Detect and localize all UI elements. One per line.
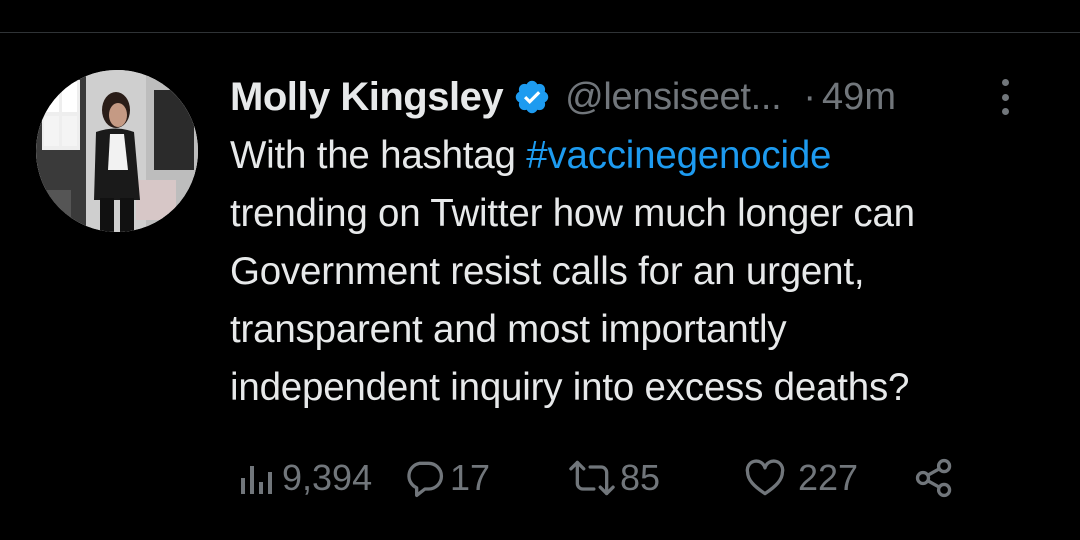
- avatar[interactable]: [36, 70, 198, 232]
- tweet-text-line: independent inquiry into excess deaths?: [230, 366, 910, 409]
- views-button[interactable]: 9,394: [238, 448, 372, 508]
- share-icon: [912, 456, 956, 500]
- tweet-text-line: trending on Twitter how much longer can: [230, 192, 915, 235]
- reply-bubble-icon: [402, 456, 446, 500]
- tweet-header: Molly Kingsley @lensiseet... · 49m: [230, 69, 1050, 125]
- tweet-text-line: With the hashtag #vaccinegenocide: [230, 127, 1050, 185]
- separator-dot: ·: [803, 75, 817, 118]
- author-handle[interactable]: @lensiseet...: [565, 76, 782, 119]
- reply-button[interactable]: 17: [402, 448, 490, 508]
- tweet-text: With the hashtag #vaccinegenocide trendi…: [230, 127, 1050, 417]
- hashtag-link[interactable]: #vaccinegenocide: [526, 134, 831, 177]
- tweet-timestamp[interactable]: 49m: [822, 76, 896, 119]
- share-button[interactable]: [912, 448, 956, 508]
- tweet-text-line: transparent and most importantly: [230, 308, 787, 351]
- reply-count: 17: [450, 457, 491, 498]
- tweet-content: Molly Kingsley @lensiseet... · 49m With …: [230, 69, 1050, 417]
- author-name[interactable]: Molly Kingsley: [230, 75, 504, 120]
- retweet-button[interactable]: 85: [568, 448, 660, 508]
- views-bar-chart-icon: [238, 460, 274, 496]
- like-button[interactable]: 227: [742, 448, 858, 508]
- tweet-text-line: Government resist calls for an urgent,: [230, 250, 865, 293]
- tweet-card[interactable]: Molly Kingsley @lensiseet... · 49m With …: [0, 33, 1080, 540]
- retweet-icon: [568, 456, 616, 500]
- more-options-icon[interactable]: [990, 77, 1020, 117]
- tweet-text-lead: With the hashtag: [230, 134, 527, 177]
- retweet-count: 85: [620, 457, 661, 498]
- like-count: 227: [798, 457, 859, 498]
- verified-badge-icon: [513, 78, 551, 116]
- heart-icon: [742, 456, 788, 500]
- views-count: 9,394: [282, 457, 373, 498]
- tweet-actions: 9,394 17 85 227: [230, 448, 1030, 508]
